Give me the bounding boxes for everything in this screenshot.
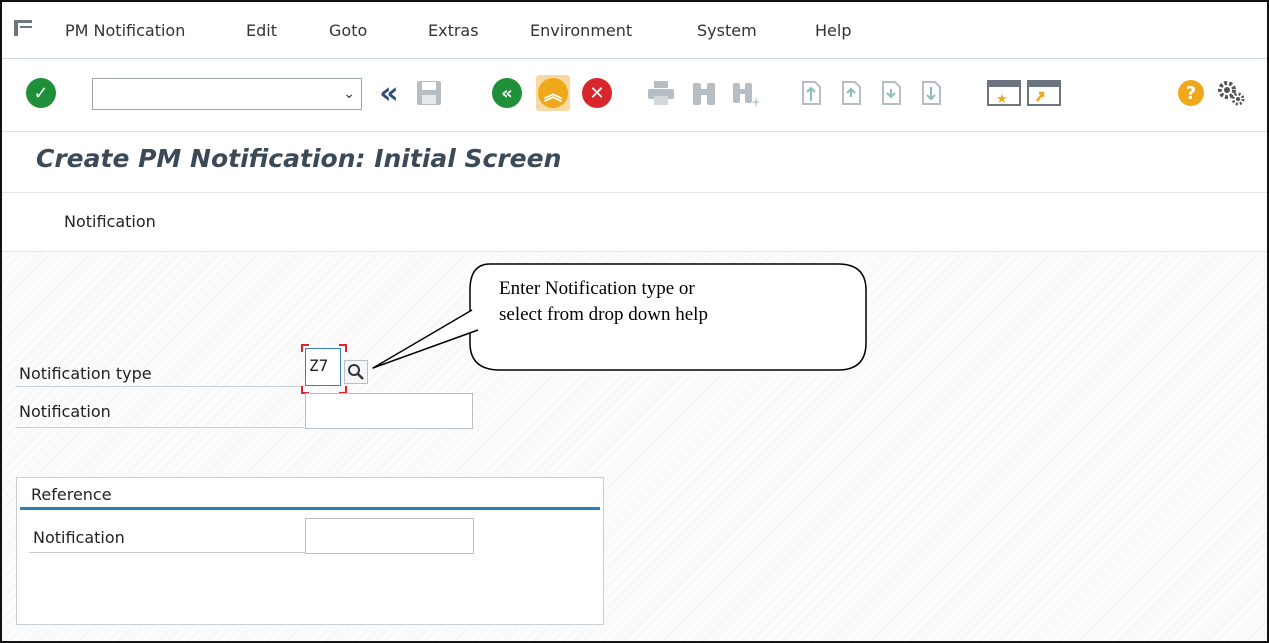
notification-input[interactable] [305,393,473,429]
svg-text:+: + [751,95,759,107]
search-icon [348,364,364,380]
save-button[interactable] [412,75,446,111]
menu-system[interactable]: System [697,21,757,40]
command-field[interactable]: ⌄ [92,78,362,110]
back-icon: « [492,78,522,108]
previous-page-icon [842,81,861,105]
help-icon: ? [1178,80,1204,106]
focus-bracket [339,344,347,352]
exit-button[interactable]: ︽ [536,75,570,111]
shortcut-icon [1027,80,1061,106]
previous-page-button[interactable] [834,75,868,111]
menu-edit[interactable]: Edit [246,21,277,40]
reference-group: Reference Notification [16,477,604,625]
callout-text: Enter Notification type or select from d… [499,276,844,328]
title-bar: Create PM Notification: Initial Screen [2,132,1267,193]
menu-help[interactable]: Help [815,21,851,40]
find-next-icon: + [733,83,759,107]
customize-layout-button[interactable] [1214,75,1248,111]
label-underline [16,386,304,387]
back-button[interactable]: « [490,75,524,111]
cancel-button[interactable]: ✕ [580,75,614,111]
application-toolbar: Notification [2,193,1267,252]
exit-icon: ︽ [538,78,568,108]
first-page-button[interactable] [794,75,828,111]
create-session-button[interactable]: ★ [987,75,1021,111]
create-session-icon: ★ [987,80,1021,107]
reference-title: Reference [31,485,112,504]
notification-button[interactable]: Notification [64,212,156,231]
reference-notification-input[interactable] [305,518,474,554]
find-next-button[interactable]: + [728,75,762,111]
notification-type-label: Notification type [19,364,152,383]
next-page-icon [882,81,901,105]
print-button[interactable] [644,75,678,111]
callout-line-2: select from drop down help [499,304,708,325]
focus-bracket [301,344,309,352]
back-double-chevron-button[interactable]: « [372,75,406,111]
find-button[interactable] [687,75,721,111]
label-underline [29,552,305,553]
gear-icon [1218,81,1245,106]
value-help-button[interactable] [344,360,368,384]
help-button[interactable]: ? [1174,75,1208,111]
menu-pm-notification[interactable]: PM Notification [65,21,185,40]
cancel-icon: ✕ [582,78,612,108]
notification-label: Notification [19,402,111,421]
page-title: Create PM Notification: Initial Screen [36,144,562,173]
last-page-button[interactable] [914,75,948,111]
print-icon [648,81,674,105]
double-chevron-left-icon: « [379,75,399,111]
notification-type-input[interactable]: Z7 [305,348,341,386]
menu-bar: PM Notification Edit Goto Extras Environ… [2,2,1267,59]
svg-text:★: ★ [996,92,1008,107]
callout-line-1: Enter Notification type or [499,278,695,299]
group-divider [20,507,600,510]
last-page-icon [922,81,941,105]
menu-icon[interactable] [14,20,32,36]
menu-extras[interactable]: Extras [428,21,479,40]
standard-toolbar: ✓ ⌄ « « ︽ ✕ + ★ ? [2,59,1267,132]
menu-environment[interactable]: Environment [530,21,632,40]
find-icon [693,83,715,105]
reference-notification-label: Notification [33,528,125,547]
enter-icon: ✓ [26,78,56,108]
first-page-icon [802,81,821,105]
chevron-down-icon[interactable]: ⌄ [343,86,355,102]
notification-type-value: Z7 [309,356,329,375]
enter-button[interactable]: ✓ [24,75,58,111]
next-page-button[interactable] [874,75,908,111]
save-icon [417,81,441,105]
shortcut-button[interactable] [1027,75,1061,111]
label-underline [16,427,304,428]
menu-goto[interactable]: Goto [329,21,367,40]
